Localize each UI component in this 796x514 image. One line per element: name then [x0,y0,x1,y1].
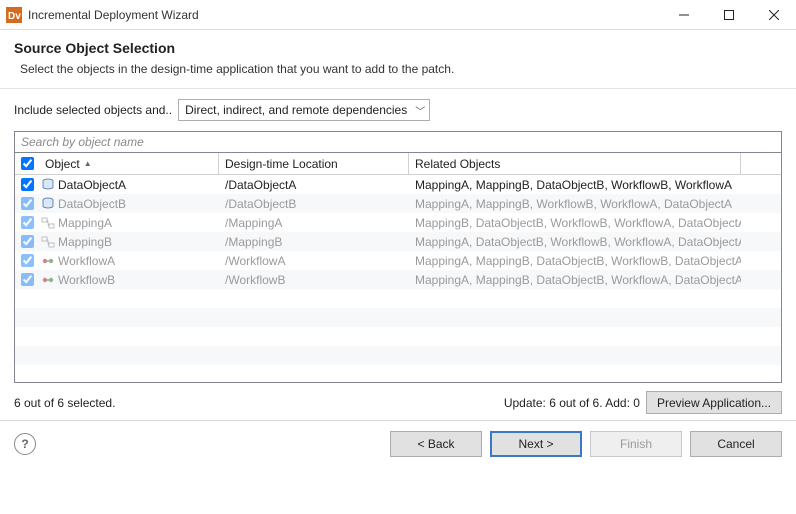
table-row[interactable]: WorkflowB/WorkflowBMappingA, MappingB, D… [15,270,781,289]
object-name: MappingA [58,216,112,230]
object-cell: WorkflowB [39,273,219,287]
object-name: MappingB [58,235,112,249]
workflow-icon [41,273,55,287]
sort-asc-icon: ▲ [84,159,92,168]
row-checkbox-cell [15,235,39,248]
data-icon [41,178,55,192]
location-cell: /WorkflowB [219,273,409,287]
table-row[interactable]: MappingA/MappingAMappingB, DataObjectB, … [15,213,781,232]
chevron-down-icon: ﹀ [415,103,425,118]
wizard-header: Source Object Selection Select the objec… [0,30,796,89]
empty-row [15,327,781,346]
object-name: DataObjectA [58,178,126,192]
location-cell: /DataObjectB [219,197,409,211]
object-cell: DataObjectB [39,197,219,211]
svg-text:Dv: Dv [8,11,21,22]
column-header-location[interactable]: Design-time Location [219,153,409,174]
row-checkbox [21,273,34,286]
empty-row [15,289,781,308]
row-checkbox [21,235,34,248]
minimize-button[interactable] [661,0,706,29]
close-button[interactable] [751,0,796,29]
dependency-label: Include selected objects and.. [14,103,172,117]
location-cell: /DataObjectA [219,178,409,192]
page-title: Source Object Selection [14,40,782,56]
mapping-icon [41,235,55,249]
table-row[interactable]: MappingB/MappingBMappingA, DataObjectB, … [15,232,781,251]
row-checkbox-cell [15,197,39,210]
related-cell: MappingB, DataObjectB, WorkflowB, Workfl… [409,216,741,230]
related-cell: MappingA, MappingB, WorkflowB, WorkflowA… [409,197,741,211]
workflow-icon [41,254,55,268]
column-header-related[interactable]: Related Objects [409,153,741,174]
object-name: DataObjectB [58,197,126,211]
footer: ? < Back Next > Finish Cancel [0,421,796,469]
next-button[interactable]: Next > [490,431,582,457]
column-header-spacer [741,153,781,174]
object-cell: MappingB [39,235,219,249]
empty-row [15,365,781,383]
row-checkbox [21,197,34,210]
update-add-count: Update: 6 out of 6. Add: 0 [504,396,640,410]
related-cell: MappingA, DataObjectB, WorkflowB, Workfl… [409,235,741,249]
object-table: Object ▲ Design-time Location Related Ob… [14,153,782,383]
row-checkbox-cell [15,216,39,229]
object-cell: WorkflowA [39,254,219,268]
related-cell: MappingA, MappingB, DataObjectB, Workflo… [409,178,741,192]
row-checkbox-cell [15,273,39,286]
titlebar: Dv Incremental Deployment Wizard [0,0,796,30]
back-button[interactable]: < Back [390,431,482,457]
table-header: Object ▲ Design-time Location Related Ob… [15,153,781,175]
dependency-row: Include selected objects and.. Direct, i… [14,99,782,121]
search-input[interactable]: Search by object name [14,131,782,153]
row-checkbox [21,254,34,267]
empty-row [15,308,781,327]
window-title: Incremental Deployment Wizard [28,8,661,22]
related-cell: MappingA, MappingB, DataObjectB, Workflo… [409,273,741,287]
status-bar: 6 out of 6 selected. Update: 6 out of 6.… [0,383,796,420]
row-checkbox-cell [15,254,39,267]
page-subtitle: Select the objects in the design-time ap… [14,62,782,76]
table-row[interactable]: DataObjectB/DataObjectBMappingA, Mapping… [15,194,781,213]
maximize-button[interactable] [706,0,751,29]
search-placeholder: Search by object name [21,135,144,149]
location-cell: /MappingA [219,216,409,230]
row-checkbox [21,216,34,229]
dependency-select-value: Direct, indirect, and remote dependencie… [185,103,407,117]
row-checkbox[interactable] [21,178,34,191]
location-cell: /MappingB [219,235,409,249]
empty-row [15,346,781,365]
preview-application-button[interactable]: Preview Application... [646,391,782,414]
column-header-object[interactable]: Object ▲ [39,153,219,174]
object-name: WorkflowB [58,273,115,287]
row-checkbox-cell [15,178,39,191]
object-cell: MappingA [39,216,219,230]
help-icon[interactable]: ? [14,433,36,455]
cancel-button[interactable]: Cancel [690,431,782,457]
select-all-checkbox[interactable] [21,157,34,170]
table-row[interactable]: DataObjectA/DataObjectAMappingA, Mapping… [15,175,781,194]
window-controls [661,0,796,29]
header-checkbox-cell [15,153,39,174]
finish-button: Finish [590,431,682,457]
location-cell: /WorkflowA [219,254,409,268]
object-cell: DataObjectA [39,178,219,192]
selection-count: 6 out of 6 selected. [14,396,504,410]
table-body: DataObjectA/DataObjectAMappingA, Mapping… [15,175,781,383]
data-icon [41,197,55,211]
dependency-select[interactable]: Direct, indirect, and remote dependencie… [178,99,430,121]
app-icon: Dv [6,7,22,23]
related-cell: MappingA, MappingB, DataObjectB, Workflo… [409,254,741,268]
table-row[interactable]: WorkflowA/WorkflowAMappingA, MappingB, D… [15,251,781,270]
object-name: WorkflowA [58,254,115,268]
mapping-icon [41,216,55,230]
